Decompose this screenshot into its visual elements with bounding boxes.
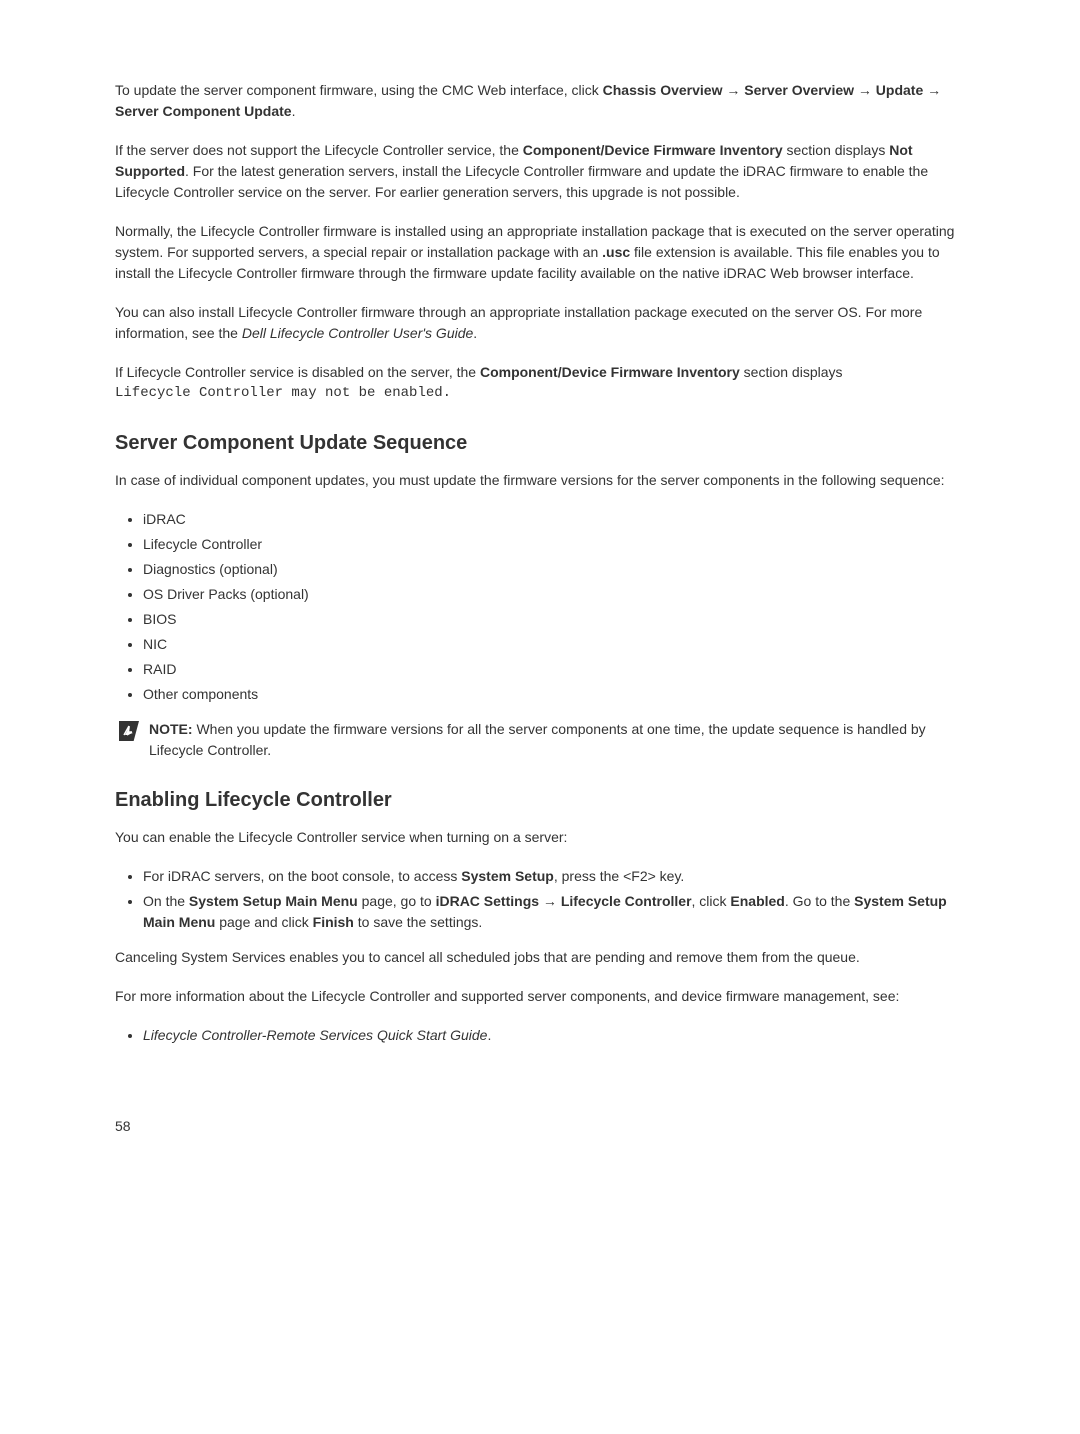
list-item: Lifecycle Controller xyxy=(143,534,965,555)
paragraph-3: Normally, the Lifecycle Controller firmw… xyxy=(115,221,965,284)
list-item: OS Driver Packs (optional) xyxy=(143,584,965,605)
component-sequence-list: iDRAC Lifecycle Controller Diagnostics (… xyxy=(115,509,965,705)
text: If Lifecycle Controller service is disab… xyxy=(115,364,480,380)
text: → xyxy=(722,82,744,98)
text: To update the server component firmware,… xyxy=(115,82,603,98)
text: . xyxy=(487,1027,491,1043)
text: → xyxy=(539,893,561,909)
paragraph-8: Canceling System Services enables you to… xyxy=(115,947,965,968)
paragraph-2: If the server does not support the Lifec… xyxy=(115,140,965,203)
bold-text: Server Overview xyxy=(744,82,854,98)
bold-text: Enabled xyxy=(730,893,784,909)
paragraph-5: If Lifecycle Controller service is disab… xyxy=(115,362,965,383)
bold-text: Update xyxy=(876,82,923,98)
list-item: For iDRAC servers, on the boot console, … xyxy=(143,866,965,887)
text: section displays xyxy=(740,364,843,380)
text: , click xyxy=(692,893,731,909)
note-text: NOTE: When you update the firmware versi… xyxy=(149,719,965,761)
heading-server-component-update-sequence: Server Component Update Sequence xyxy=(115,428,965,458)
text: . xyxy=(473,325,477,341)
heading-enabling-lifecycle-controller: Enabling Lifecycle Controller xyxy=(115,785,965,815)
text: When you update the firmware versions fo… xyxy=(149,721,926,758)
more-info-list: Lifecycle Controller-Remote Services Qui… xyxy=(115,1025,965,1046)
text: . For the latest generation servers, ins… xyxy=(115,163,928,200)
text: page and click xyxy=(215,914,312,930)
list-item: Lifecycle Controller-Remote Services Qui… xyxy=(143,1025,965,1046)
list-item: Other components xyxy=(143,684,965,705)
list-item: iDRAC xyxy=(143,509,965,530)
text: → xyxy=(923,82,941,98)
bold-text: Chassis Overview xyxy=(603,82,723,98)
text: You can also install Lifecycle Controlle… xyxy=(115,304,922,341)
list-item: BIOS xyxy=(143,609,965,630)
italic-text: Dell Lifecycle Controller User's Guide xyxy=(242,325,473,341)
note-icon xyxy=(119,721,139,747)
list-item: RAID xyxy=(143,659,965,680)
list-item: NIC xyxy=(143,634,965,655)
text: . Go to the xyxy=(785,893,854,909)
text: For iDRAC servers, on the boot console, … xyxy=(143,868,461,884)
paragraph-7: You can enable the Lifecycle Controller … xyxy=(115,827,965,848)
code-text: Lifecycle Controller may not be enabled. xyxy=(115,383,965,404)
list-item: Diagnostics (optional) xyxy=(143,559,965,580)
text: page, go to xyxy=(358,893,436,909)
italic-text: Lifecycle Controller-Remote Services Qui… xyxy=(143,1027,487,1043)
note-block: NOTE: When you update the firmware versi… xyxy=(115,719,965,761)
text: On the xyxy=(143,893,189,909)
bold-text: System Setup Main Menu xyxy=(189,893,358,909)
list-item: On the System Setup Main Menu page, go t… xyxy=(143,891,965,933)
bold-text: Component/Device Firmware Inventory xyxy=(480,364,740,380)
bold-text: System Setup xyxy=(461,868,554,884)
text: , press the <F2> key. xyxy=(554,868,684,884)
note-label: NOTE: xyxy=(149,721,196,737)
page-number: 58 xyxy=(115,1116,965,1137)
paragraph-9: For more information about the Lifecycle… xyxy=(115,986,965,1007)
bold-text: Component/Device Firmware Inventory xyxy=(523,142,783,158)
bold-text: .usc xyxy=(602,244,630,260)
text: to save the settings. xyxy=(354,914,482,930)
paragraph-4: You can also install Lifecycle Controlle… xyxy=(115,302,965,344)
bold-text: Lifecycle Controller xyxy=(561,893,692,909)
enable-steps-list: For iDRAC servers, on the boot console, … xyxy=(115,866,965,933)
bold-text: Server Component Update xyxy=(115,103,292,119)
bold-text: Finish xyxy=(313,914,354,930)
bold-text: iDRAC Settings xyxy=(436,893,539,909)
text: If the server does not support the Lifec… xyxy=(115,142,523,158)
text: → xyxy=(854,82,876,98)
paragraph-6: In case of individual component updates,… xyxy=(115,470,965,491)
text: section displays xyxy=(783,142,890,158)
paragraph-1: To update the server component firmware,… xyxy=(115,80,965,122)
text: . xyxy=(292,103,296,119)
